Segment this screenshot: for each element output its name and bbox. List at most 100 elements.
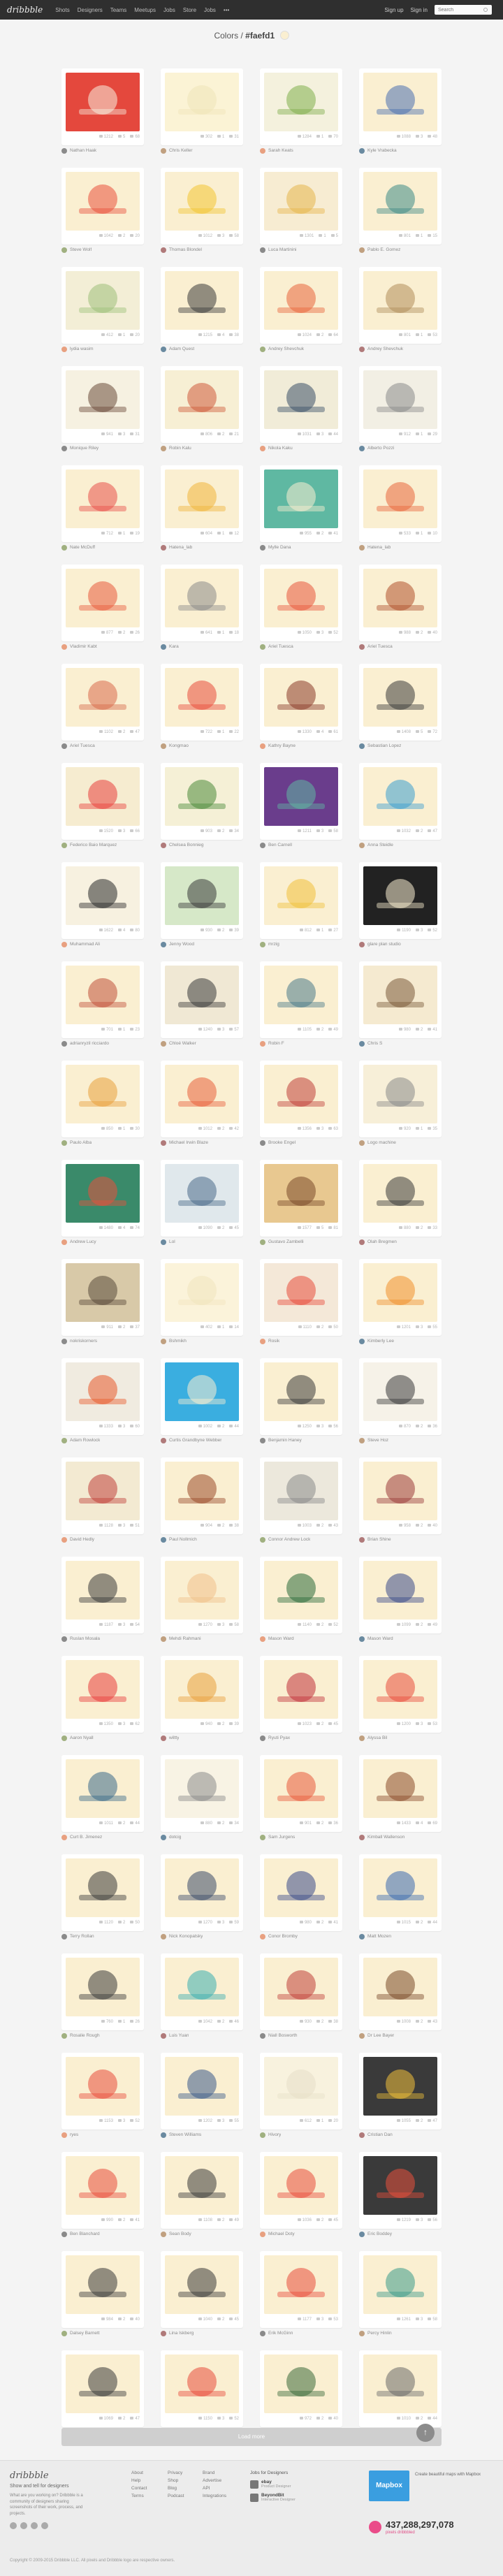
- author-name[interactable]: Logo machine: [367, 1140, 396, 1145]
- avatar[interactable]: [161, 445, 166, 451]
- author-name[interactable]: Jenny Wood: [169, 942, 194, 947]
- shot-card[interactable]: 1301 1 5: [260, 168, 342, 245]
- author-name[interactable]: Mylle Dana: [268, 545, 291, 550]
- shot-thumbnail[interactable]: [264, 1362, 338, 1421]
- likes-count[interactable]: 51: [130, 1524, 140, 1528]
- likes-count[interactable]: 80: [130, 929, 140, 933]
- author-name[interactable]: Robin Kalu: [169, 446, 191, 451]
- footer-link-brand[interactable]: Brand: [203, 2471, 226, 2475]
- shot-card[interactable]: 302 1 31: [161, 68, 243, 145]
- nav-item-shots[interactable]: Shots: [55, 7, 69, 13]
- shot-thumbnail[interactable]: [66, 1858, 140, 1917]
- shot-card[interactable]: 1042 2 46: [161, 1953, 243, 2030]
- shot-card[interactable]: 1150 3 52: [161, 2350, 243, 2427]
- shot-card[interactable]: 1036 2 45: [260, 2152, 342, 2229]
- shot-thumbnail[interactable]: [363, 1660, 437, 1719]
- likes-count[interactable]: 48: [428, 135, 437, 139]
- shot-thumbnail[interactable]: [363, 668, 437, 727]
- shot-card[interactable]: 1088 3 48: [359, 68, 442, 145]
- likes-count[interactable]: 26: [130, 631, 140, 635]
- shot-thumbnail[interactable]: [165, 866, 239, 925]
- footer-link-shop[interactable]: Shop: [168, 2478, 184, 2483]
- comments-count[interactable]: 2: [217, 2218, 224, 2222]
- avatar[interactable]: [359, 1735, 365, 1741]
- author-name[interactable]: Michael Irwin Blaze: [169, 1140, 208, 1145]
- likes-count[interactable]: 50: [328, 1325, 338, 1330]
- comments-count[interactable]: 1: [415, 532, 423, 536]
- comments-count[interactable]: 2: [217, 2317, 224, 2322]
- shot-card[interactable]: 1240 3 57: [161, 961, 243, 1038]
- author-name[interactable]: Olah Bregmen: [367, 1239, 397, 1244]
- comments-count[interactable]: 2: [316, 1325, 323, 1330]
- shot-thumbnail[interactable]: [264, 1958, 338, 2016]
- comments-count[interactable]: 1: [415, 432, 423, 437]
- author-name[interactable]: Curt B. Jimenez: [70, 1835, 102, 1840]
- comments-count[interactable]: 2: [316, 1028, 323, 1032]
- shot-card[interactable]: 1480 4 74: [61, 1160, 144, 1237]
- shot-thumbnail[interactable]: [66, 866, 140, 925]
- shot-thumbnail[interactable]: [363, 1958, 437, 2016]
- avatar[interactable]: [161, 643, 166, 650]
- likes-count[interactable]: 44: [229, 1425, 239, 1429]
- shot-card[interactable]: 604 1 12: [161, 465, 243, 542]
- shot-thumbnail[interactable]: [264, 1164, 338, 1223]
- likes-count[interactable]: 59: [229, 1921, 239, 1925]
- avatar[interactable]: [359, 147, 365, 154]
- likes-count[interactable]: 53: [428, 1722, 437, 1726]
- footer-link-privacy[interactable]: Privacy: [168, 2471, 184, 2475]
- avatar[interactable]: [260, 2132, 265, 2138]
- likes-count[interactable]: 38: [229, 333, 239, 337]
- likes-count[interactable]: 47: [130, 2417, 140, 2421]
- comments-count[interactable]: 3: [217, 2417, 224, 2421]
- comments-count[interactable]: 4: [415, 1821, 423, 1826]
- author-name[interactable]: dotcig: [169, 1835, 181, 1840]
- shot-thumbnail[interactable]: [363, 966, 437, 1024]
- shot-card[interactable]: 1520 3 66: [61, 763, 144, 840]
- shot-thumbnail[interactable]: [363, 569, 437, 627]
- avatar[interactable]: [359, 544, 365, 551]
- avatar[interactable]: [61, 1140, 67, 1146]
- likes-count[interactable]: 53: [328, 2317, 338, 2322]
- author-name[interactable]: Robin F: [268, 1041, 284, 1046]
- shot-thumbnail[interactable]: [66, 1362, 140, 1421]
- shot-thumbnail[interactable]: [66, 172, 140, 231]
- comments-count[interactable]: 5: [316, 1226, 323, 1230]
- shot-card[interactable]: 1110 2 50: [260, 1259, 342, 1336]
- shot-thumbnail[interactable]: [363, 1362, 437, 1421]
- comments-count[interactable]: 1: [217, 532, 224, 536]
- avatar[interactable]: [61, 544, 67, 551]
- nav-item-meetups[interactable]: Meetups: [134, 7, 156, 13]
- author-name[interactable]: ryes: [70, 2132, 78, 2137]
- shot-card[interactable]: 877 2 26: [61, 565, 144, 641]
- comments-count[interactable]: 1: [415, 333, 423, 337]
- likes-count[interactable]: 20: [328, 2119, 338, 2123]
- avatar[interactable]: [260, 2330, 265, 2336]
- shot-card[interactable]: 402 1 14: [161, 1259, 243, 1336]
- comments-count[interactable]: 2: [415, 1425, 423, 1429]
- comments-count[interactable]: 5: [117, 135, 125, 139]
- shot-card[interactable]: 850 1 30: [61, 1061, 144, 1137]
- avatar[interactable]: [260, 1040, 265, 1047]
- likes-count[interactable]: 47: [428, 2119, 437, 2123]
- avatar[interactable]: [260, 445, 265, 451]
- shot-thumbnail[interactable]: [165, 271, 239, 330]
- shot-thumbnail[interactable]: [165, 172, 239, 231]
- author-name[interactable]: Hivory: [268, 2132, 281, 2137]
- avatar[interactable]: [359, 346, 365, 352]
- shot-thumbnail[interactable]: [165, 2255, 239, 2314]
- avatar[interactable]: [61, 1338, 67, 1344]
- likes-count[interactable]: 5: [330, 234, 338, 238]
- author-name[interactable]: Chris S: [367, 1041, 382, 1046]
- author-name[interactable]: Bshmikh: [169, 1339, 187, 1344]
- shot-thumbnail[interactable]: [66, 2355, 140, 2413]
- comments-count[interactable]: 1: [316, 135, 323, 139]
- shot-thumbnail[interactable]: [363, 767, 437, 826]
- comments-count[interactable]: 2: [316, 1623, 323, 1627]
- likes-count[interactable]: 26: [130, 2020, 140, 2024]
- author-name[interactable]: Nick Konopatsky: [169, 1934, 203, 1939]
- likes-count[interactable]: 42: [229, 1127, 239, 1131]
- comments-count[interactable]: 2: [316, 2218, 323, 2222]
- shot-thumbnail[interactable]: [264, 767, 338, 826]
- author-name[interactable]: Andrew Lucy: [70, 1239, 96, 1244]
- comments-count[interactable]: 2: [217, 929, 224, 933]
